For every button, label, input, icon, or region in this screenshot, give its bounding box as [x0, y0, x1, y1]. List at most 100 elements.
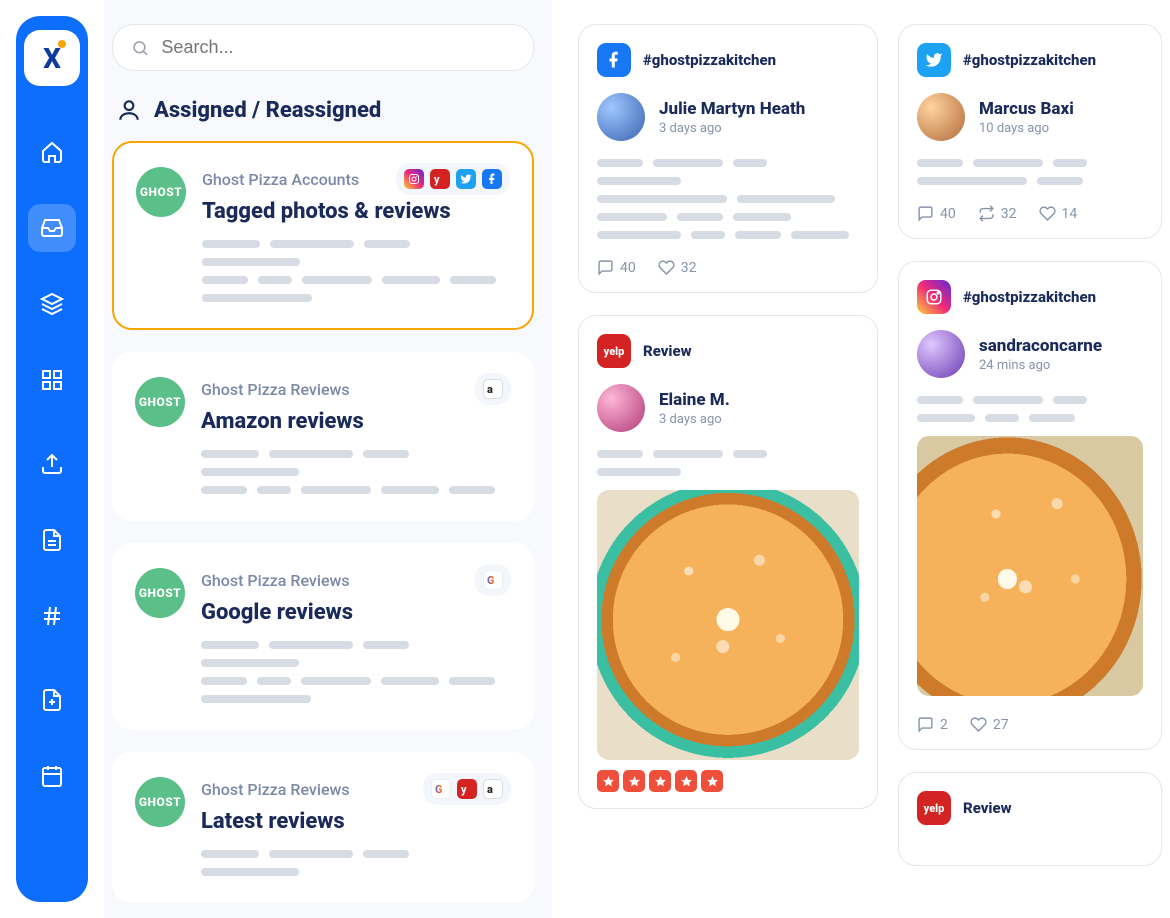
placeholder-text	[201, 641, 511, 703]
comments-count: 40	[620, 260, 636, 276]
platform-badges: G y a	[423, 773, 511, 805]
post-twitter[interactable]: #ghostpizzakitchen Marcus Baxi 10 days a…	[898, 24, 1162, 239]
comments-action[interactable]: 40	[597, 259, 636, 276]
nav-new-file[interactable]	[28, 676, 76, 724]
feed-column-1: #ghostpizzakitchen Julie Martyn Heath 3 …	[578, 24, 878, 918]
account-avatar: GHOST	[135, 568, 185, 618]
likes-action[interactable]: 27	[970, 716, 1009, 733]
star-icon	[597, 770, 619, 792]
likes-count: 27	[993, 717, 1009, 733]
retweets-action[interactable]: 32	[978, 205, 1017, 222]
account-avatar: GHOST	[135, 377, 185, 427]
yelp-icon: y	[457, 779, 477, 799]
assignment-card[interactable]: GHOST Ghost Pizza Reviews a Amazon revie…	[112, 352, 534, 521]
comments-count: 2	[940, 717, 948, 733]
post-hashtag: #ghostpizzakitchen	[643, 51, 776, 69]
search-box[interactable]	[112, 24, 534, 71]
document-icon	[40, 528, 64, 552]
feed-column-2: #ghostpizzakitchen Marcus Baxi 10 days a…	[898, 24, 1162, 918]
poster-avatar	[917, 93, 965, 141]
hashtag-icon	[40, 604, 64, 628]
likes-action[interactable]: 32	[658, 259, 697, 276]
nav-calendar[interactable]	[28, 752, 76, 800]
poster-time: 24 mins ago	[979, 358, 1102, 373]
star-icon	[649, 770, 671, 792]
post-hashtag: #ghostpizzakitchen	[963, 51, 1096, 69]
assignment-card[interactable]: GHOST Ghost Pizza Accounts y Tagged phot…	[112, 141, 534, 330]
poster-avatar	[597, 384, 645, 432]
comment-icon	[597, 259, 614, 276]
assignment-card[interactable]: GHOST Ghost Pizza Reviews G Google revie…	[112, 543, 534, 730]
card-title: Tagged photos & reviews	[202, 199, 510, 224]
heart-icon	[970, 716, 987, 733]
feed: #ghostpizzakitchen Julie Martyn Heath 3 …	[552, 0, 1170, 918]
comments-action[interactable]: 40	[917, 205, 956, 222]
likes-action[interactable]: 14	[1039, 205, 1078, 222]
facebook-icon	[597, 43, 631, 77]
poster-name: Julie Martyn Heath	[659, 99, 805, 119]
post-yelp[interactable]: yelp Review Elaine M. 3 days ago	[578, 315, 878, 809]
nav-document[interactable]	[28, 516, 76, 564]
placeholder-text	[202, 240, 510, 302]
app-logo[interactable]: X	[24, 30, 80, 86]
layers-icon	[40, 292, 64, 316]
comments-count: 40	[940, 206, 956, 222]
nav-grid[interactable]	[28, 356, 76, 404]
account-avatar: GHOST	[136, 167, 186, 217]
file-plus-icon	[40, 688, 64, 712]
nav-layers[interactable]	[28, 280, 76, 328]
platform-badges: a	[475, 373, 511, 405]
post-label: Review	[643, 342, 692, 360]
card-title: Google reviews	[201, 600, 511, 625]
poster-name: Elaine M.	[659, 390, 730, 410]
star-icon	[701, 770, 723, 792]
inbox-icon	[40, 216, 64, 240]
poster-avatar	[917, 330, 965, 378]
nav-home[interactable]	[28, 128, 76, 176]
post-image-pizza	[597, 490, 859, 760]
comment-icon	[917, 716, 934, 733]
post-instagram[interactable]: #ghostpizzakitchen sandraconcarne 24 min…	[898, 261, 1162, 750]
comments-action[interactable]: 2	[917, 716, 948, 733]
grid-icon	[40, 368, 64, 392]
account-label: Ghost Pizza Accounts	[202, 170, 359, 189]
nav-upload[interactable]	[28, 440, 76, 488]
poster-name: Marcus Baxi	[979, 99, 1074, 119]
account-avatar: GHOST	[135, 777, 185, 827]
placeholder-text	[597, 450, 859, 476]
placeholder-text	[917, 396, 1143, 422]
instagram-icon	[404, 169, 424, 189]
likes-count: 14	[1062, 206, 1078, 222]
twitter-icon	[456, 169, 476, 189]
placeholder-text	[597, 159, 859, 239]
placeholder-text	[917, 159, 1143, 185]
star-icon	[623, 770, 645, 792]
card-title: Amazon reviews	[201, 409, 511, 434]
placeholder-text	[201, 850, 511, 876]
yelp-icon: yelp	[917, 791, 951, 825]
google-icon: G	[483, 570, 503, 590]
yelp-icon: y	[430, 169, 450, 189]
amazon-icon: a	[483, 379, 503, 399]
upload-icon	[40, 452, 64, 476]
section-header: Assigned / Reassigned	[116, 97, 534, 123]
yelp-icon: yelp	[597, 334, 631, 368]
amazon-icon: a	[483, 779, 503, 799]
nav-hashtag[interactable]	[28, 592, 76, 640]
account-label: Ghost Pizza Reviews	[201, 571, 350, 590]
assignment-card[interactable]: GHOST Ghost Pizza Reviews G y a Latest r…	[112, 752, 534, 903]
card-title: Latest reviews	[201, 809, 511, 834]
calendar-icon	[40, 764, 64, 788]
heart-icon	[658, 259, 675, 276]
post-yelp[interactable]: yelp Review	[898, 772, 1162, 866]
person-icon	[116, 97, 142, 123]
post-hashtag: #ghostpizzakitchen	[963, 288, 1096, 306]
assignments-panel: Assigned / Reassigned GHOST Ghost Pizza …	[104, 0, 552, 918]
nav-inbox[interactable]	[28, 204, 76, 252]
post-facebook[interactable]: #ghostpizzakitchen Julie Martyn Heath 3 …	[578, 24, 878, 293]
search-input[interactable]	[161, 37, 515, 58]
poster-time: 10 days ago	[979, 121, 1074, 136]
poster-time: 3 days ago	[659, 412, 730, 427]
poster-time: 3 days ago	[659, 121, 805, 136]
facebook-icon	[482, 169, 502, 189]
